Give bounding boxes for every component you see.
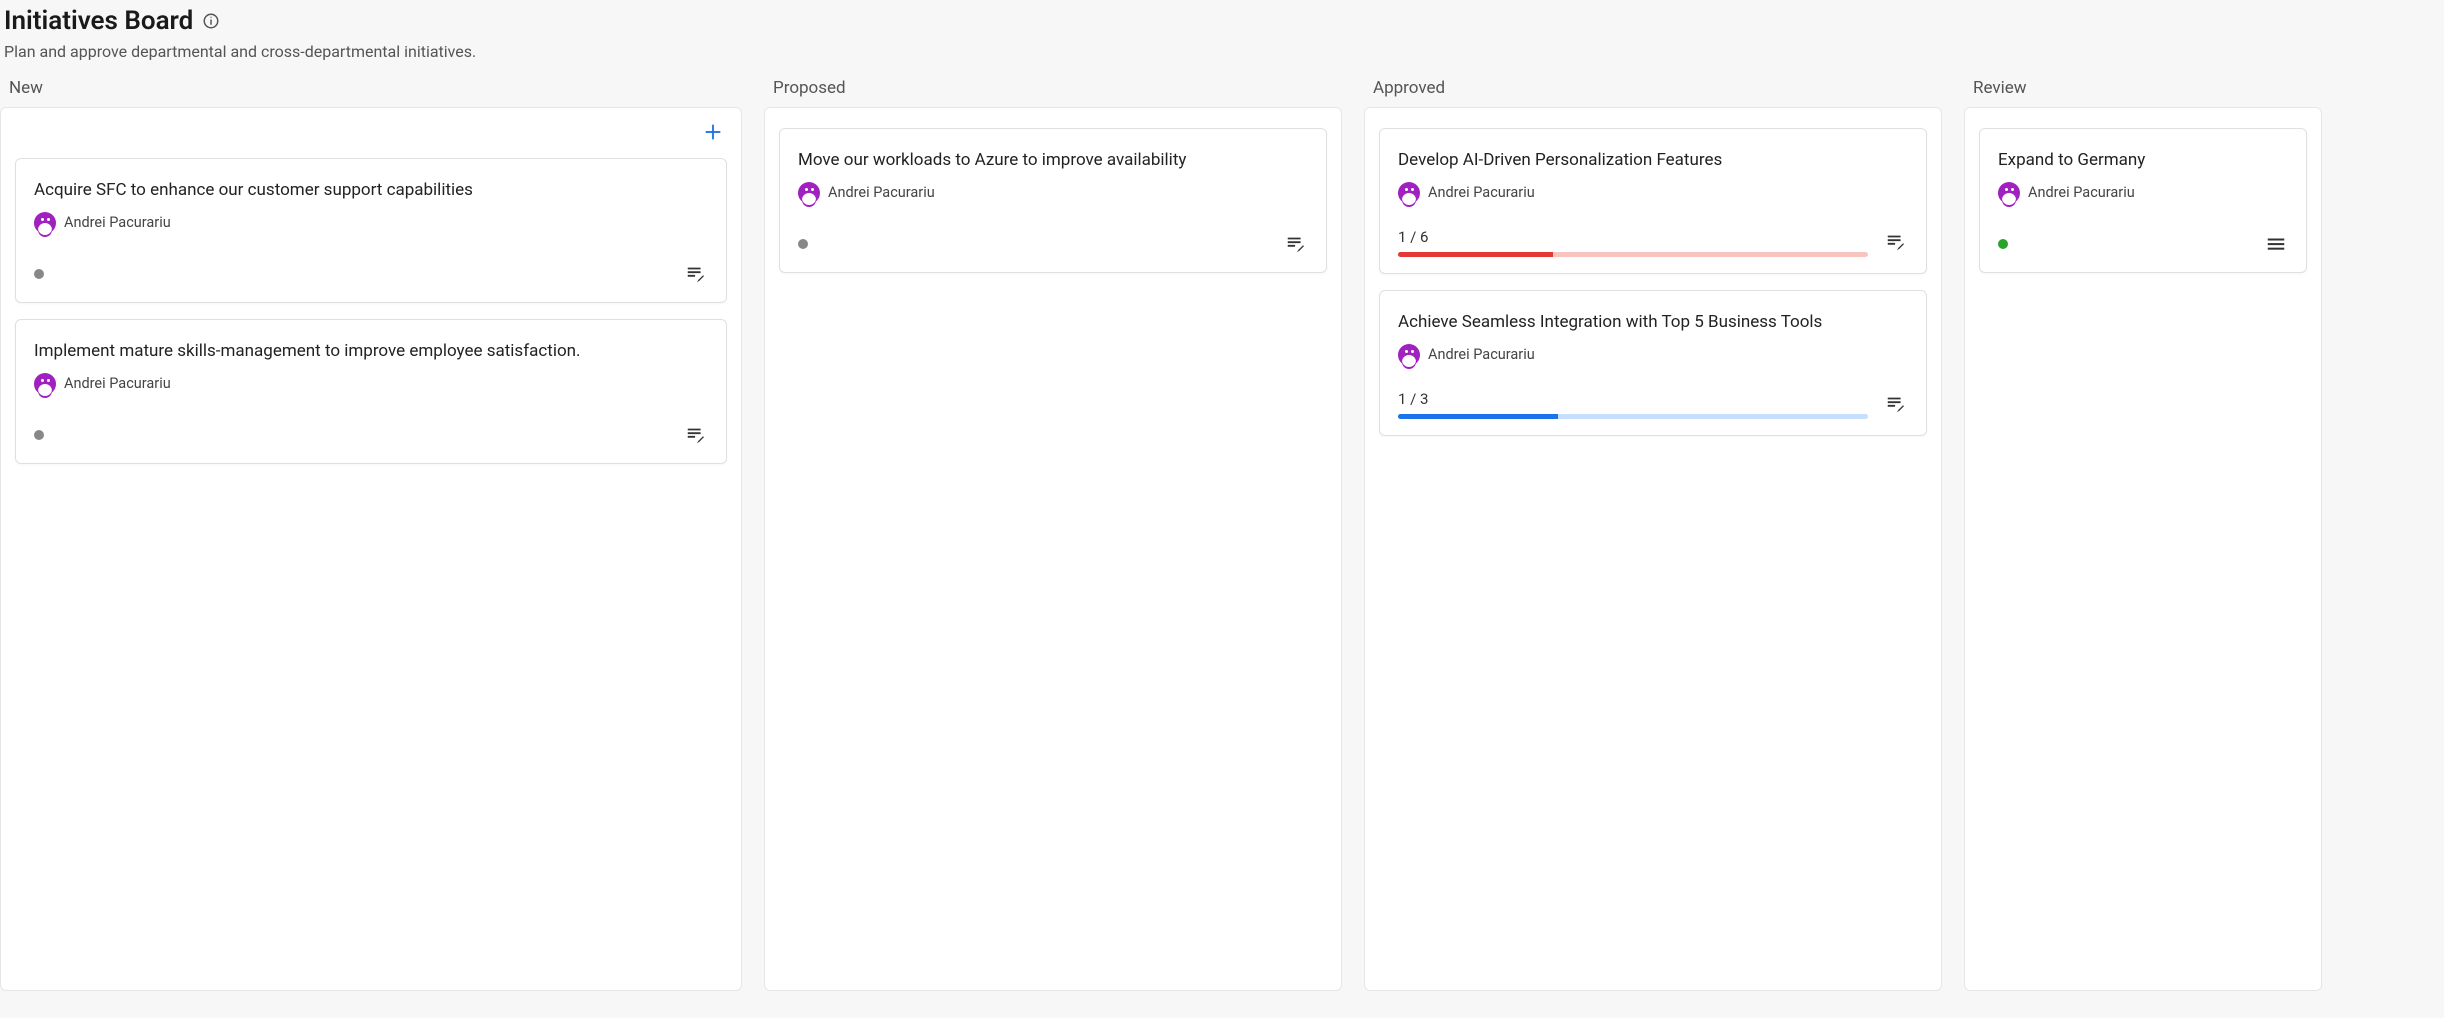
menu-icon[interactable] — [2264, 232, 2288, 256]
page-subtitle: Plan and approve departmental and cross-… — [4, 42, 2440, 61]
initiative-card[interactable]: Achieve Seamless Integration with Top 5 … — [1379, 290, 1927, 436]
initiative-card[interactable]: Expand to Germany Andrei Pacurariu — [1979, 128, 2307, 273]
column-header: New — [9, 78, 43, 98]
progress-bar — [1398, 252, 1868, 257]
initiative-card[interactable]: Move our workloads to Azure to improve a… — [779, 128, 1327, 273]
card-owner: Andrei Pacurariu — [1998, 182, 2288, 204]
avatar-icon — [34, 373, 56, 395]
column-header: Review — [1973, 78, 2027, 98]
column-review: Review Expand to Germany Andrei Pacurari… — [1964, 107, 2322, 991]
avatar-icon — [1398, 182, 1420, 204]
avatar-icon — [34, 212, 56, 234]
page-header: Initiatives Board Plan and approve depar… — [0, 0, 2444, 77]
card-owner: Andrei Pacurariu — [798, 182, 1308, 204]
status-dot-icon — [34, 430, 44, 440]
avatar-icon — [1998, 182, 2020, 204]
owner-name: Andrei Pacurariu — [1428, 184, 1535, 201]
add-card-button[interactable] — [699, 118, 727, 146]
column-header: Proposed — [773, 78, 846, 98]
initiative-card[interactable]: Develop AI-Driven Personalization Featur… — [1379, 128, 1927, 274]
owner-name: Andrei Pacurariu — [64, 375, 171, 392]
card-title: Acquire SFC to enhance our customer supp… — [34, 179, 708, 202]
info-icon[interactable] — [201, 11, 221, 31]
edit-note-icon[interactable] — [1884, 392, 1908, 416]
card-title: Achieve Seamless Integration with Top 5 … — [1398, 311, 1908, 334]
status-dot-icon — [798, 239, 808, 249]
owner-name: Andrei Pacurariu — [828, 184, 935, 201]
kanban-board: New Acquire SFC to enhance our customer … — [0, 107, 2444, 991]
status-dot-icon — [1998, 239, 2008, 249]
column-new: New Acquire SFC to enhance our customer … — [0, 107, 742, 991]
column-header: Approved — [1373, 78, 1445, 98]
page-title: Initiatives Board — [4, 6, 193, 36]
owner-name: Andrei Pacurariu — [64, 214, 171, 231]
edit-note-icon[interactable] — [684, 423, 708, 447]
edit-note-icon[interactable] — [1884, 230, 1908, 254]
initiative-card[interactable]: Implement mature skills-management to im… — [15, 319, 727, 464]
initiative-card[interactable]: Acquire SFC to enhance our customer supp… — [15, 158, 727, 303]
card-owner: Andrei Pacurariu — [34, 212, 708, 234]
avatar-icon — [1398, 344, 1420, 366]
status-dot-icon — [34, 269, 44, 279]
column-proposed: Proposed Move our workloads to Azure to … — [764, 107, 1342, 991]
card-title: Implement mature skills-management to im… — [34, 340, 708, 363]
card-owner: Andrei Pacurariu — [1398, 344, 1908, 366]
edit-note-icon[interactable] — [1284, 232, 1308, 256]
owner-name: Andrei Pacurariu — [1428, 346, 1535, 363]
edit-note-icon[interactable] — [684, 262, 708, 286]
progress-fill — [1398, 252, 1553, 257]
column-approved: Approved Develop AI-Driven Personalizati… — [1364, 107, 1942, 991]
progress-label: 1 / 6 — [1398, 228, 1868, 246]
card-owner: Andrei Pacurariu — [34, 373, 708, 395]
progress-bar — [1398, 414, 1868, 419]
card-title: Move our workloads to Azure to improve a… — [798, 149, 1308, 172]
card-title: Expand to Germany — [1998, 149, 2288, 172]
avatar-icon — [798, 182, 820, 204]
card-owner: Andrei Pacurariu — [1398, 182, 1908, 204]
progress-fill — [1398, 414, 1558, 419]
card-title: Develop AI-Driven Personalization Featur… — [1398, 149, 1908, 172]
progress-label: 1 / 3 — [1398, 390, 1868, 408]
owner-name: Andrei Pacurariu — [2028, 184, 2135, 201]
